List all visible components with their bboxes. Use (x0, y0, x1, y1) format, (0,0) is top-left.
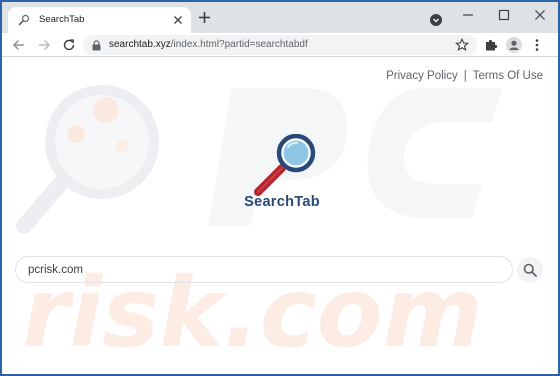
link-separator: | (463, 70, 467, 82)
profile-avatar-icon[interactable] (506, 37, 522, 53)
address-bar[interactable]: searchtab.xyz/index.html?partid=searchta… (83, 35, 477, 55)
close-window-icon[interactable] (532, 7, 548, 23)
tab-search-icon[interactable] (430, 14, 442, 26)
terms-of-use-link[interactable]: Terms Of Use (473, 70, 543, 82)
close-tab-icon[interactable] (171, 13, 185, 27)
reload-icon[interactable] (62, 38, 76, 52)
bookmark-star-icon[interactable] (455, 38, 469, 52)
extensions-puzzle-icon[interactable] (484, 38, 498, 52)
minimize-icon[interactable] (460, 7, 476, 23)
magnifier-icon (254, 134, 316, 196)
lock-icon[interactable] (92, 40, 101, 51)
search-input[interactable] (28, 262, 498, 278)
new-tab-icon[interactable] (198, 11, 211, 24)
pcrisk-watermark: risk.com (16, 85, 502, 369)
magnifier-favicon-icon (18, 14, 30, 26)
browser-toolbar: searchtab.xyz/index.html?partid=searchta… (2, 33, 558, 57)
more-menu-icon[interactable] (530, 38, 544, 52)
tab-searchtab[interactable]: SearchTab (8, 7, 191, 33)
logo-text: SearchTab (244, 194, 320, 210)
tab-title: SearchTab (39, 14, 85, 25)
privacy-policy-link[interactable]: Privacy Policy (386, 70, 458, 82)
browser-window: SearchTab searchtab.xyz/index.html?parti… (2, 2, 558, 374)
forward-icon[interactable] (37, 38, 51, 52)
url-host: searchtab.xyz (109, 39, 171, 50)
search-icon (523, 263, 537, 277)
page-content: risk.com Privacy Policy | Terms Of Use Sea… (2, 58, 558, 374)
url-text[interactable]: searchtab.xyz/index.html?partid=searchta… (109, 39, 308, 50)
url-path: /index.html?partid=searchtabdf (170, 39, 308, 50)
maximize-icon[interactable] (496, 7, 512, 23)
tab-strip: SearchTab (2, 2, 558, 33)
back-icon[interactable] (12, 38, 26, 52)
search-box[interactable] (15, 256, 513, 283)
header-links: Privacy Policy | Terms Of Use (386, 70, 543, 82)
search-button[interactable] (517, 257, 543, 283)
